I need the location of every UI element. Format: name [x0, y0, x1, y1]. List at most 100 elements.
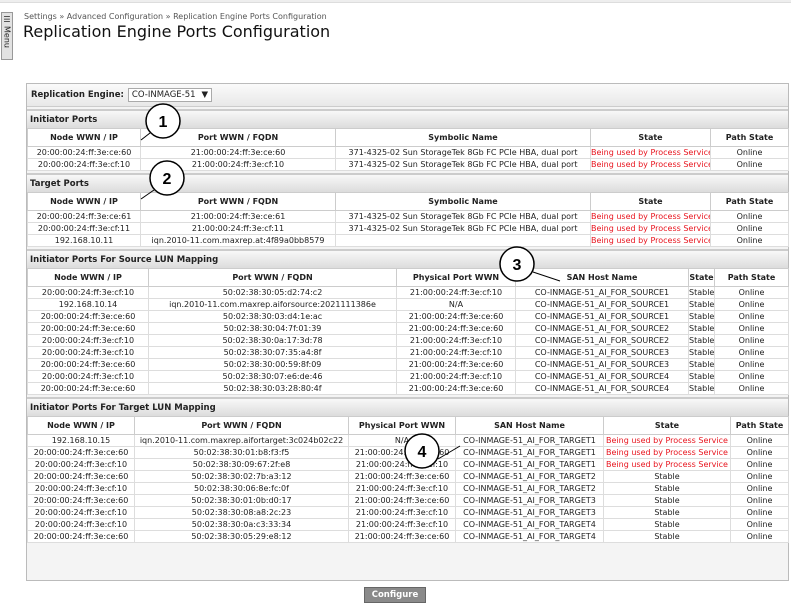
- column-header[interactable]: Path State: [730, 416, 789, 435]
- ports-table: Node WWN / IP Port WWN / FQDN Symbolic Nam…: [27, 192, 789, 247]
- table-cell: 20:00:00:24:ff:3e:ce:60: [27, 382, 149, 395]
- engine-row: Replication Engine: CO-INMAGE-51 ▼: [27, 84, 788, 107]
- table-row: 20:00:00:24:ff:3e:ce:61 21:00:00:24:ff:3e…: [27, 210, 789, 223]
- column-header[interactable]: Port WWN / FQDN: [140, 192, 336, 211]
- table-cell: 21:00:00:24:ff:3e:cf:10: [396, 370, 516, 383]
- column-header[interactable]: Path State: [710, 128, 789, 147]
- column-header[interactable]: Node WWN / IP: [27, 268, 149, 287]
- table-row: 20:00:00:24:ff:3e:cf:11 21:00:00:24:ff:3e…: [27, 222, 789, 235]
- column-header[interactable]: Path State: [710, 192, 789, 211]
- table-cell: 21:00:00:24:ff:3e:cf:10: [396, 334, 516, 347]
- table-cell: 20:00:00:24:ff:3e:cf:10: [27, 506, 135, 519]
- table-cell: 50:02:38:30:03:28:80:4f: [148, 382, 397, 395]
- table-cell: Online: [710, 234, 789, 247]
- table-cell: Stable: [603, 506, 731, 519]
- column-header[interactable]: SAN Host Name: [515, 268, 689, 287]
- table-row: 20:00:00:24:ff:3e:ce:60 50:02:38:30:02:7b…: [27, 470, 789, 483]
- table-cell: Online: [730, 458, 789, 471]
- table-row: 20:00:00:24:ff:3e:ce:60 21:00:00:24:ff:3e…: [27, 146, 789, 159]
- table-cell: Online: [730, 494, 789, 507]
- table-cell: 20:00:00:24:ff:3e:cf:10: [27, 286, 149, 299]
- table-row: 20:00:00:24:ff:3e:cf:10 21:00:00:24:ff:3e…: [27, 158, 789, 171]
- column-header[interactable]: SAN Host Name: [455, 416, 604, 435]
- engine-value: CO-INMAGE-51: [131, 90, 196, 100]
- table-cell: N/A: [396, 298, 516, 311]
- table-cell: 50:02:38:30:05:29:e8:12: [134, 530, 349, 543]
- column-header[interactable]: Symbolic Name: [335, 128, 591, 147]
- table-cell: 20:00:00:24:ff:3e:cf:10: [27, 158, 141, 171]
- table-cell: Online: [730, 506, 789, 519]
- section-title: Initiator Ports For Source LUN Mapping: [27, 249, 788, 268]
- engine-label: Replication Engine:: [31, 90, 124, 100]
- table-row: 20:00:00:24:ff:3e:ce:60 50:02:38:30:04:7f…: [27, 322, 789, 335]
- table-cell: CO-INMAGE-51_AI_FOR_TARGET1: [455, 434, 604, 447]
- table-cell: 50:02:38:30:09:67:2f:e8: [134, 458, 349, 471]
- table-cell: 50:02:38:30:07:e6:de:46: [148, 370, 397, 383]
- table-cell: 21:00:00:24:ff:3e:cf:10: [396, 346, 516, 359]
- column-header[interactable]: Port WWN / FQDN: [134, 416, 349, 435]
- table-cell: Stable: [688, 358, 715, 371]
- table-row: 20:00:00:24:ff:3e:cf:10 50:02:38:30:09:67…: [27, 458, 789, 471]
- column-header[interactable]: Path State: [714, 268, 789, 287]
- table-cell: [335, 234, 591, 247]
- menu-toggle[interactable]: ☰ Menu: [1, 12, 13, 60]
- table-cell: 20:00:00:24:ff:3e:ce:60: [27, 470, 135, 483]
- column-header[interactable]: State: [590, 128, 711, 147]
- table-cell: Online: [730, 530, 789, 543]
- table-row: 20:00:00:24:ff:3e:cf:10 50:02:38:30:0a:c3…: [27, 518, 789, 531]
- table-cell: 50:02:38:30:05:d2:74:c2: [148, 286, 397, 299]
- table-cell: Stable: [688, 298, 715, 311]
- table-cell: CO-INMAGE-51_AI_FOR_SOURCE4: [515, 382, 689, 395]
- ports-table: Node WWN / IP Port WWN / FQDN Symbolic Nam…: [27, 128, 789, 171]
- table-cell: 20:00:00:24:ff:3e:ce:60: [27, 310, 149, 323]
- table-row: 192.168.10.14 iqn.2010-11.com.maxrep.aifo…: [27, 298, 789, 311]
- table-cell: 20:00:00:24:ff:3e:ce:60: [27, 530, 135, 543]
- table-cell: Being used by Process Service: [590, 210, 711, 223]
- table-row: 20:00:00:24:ff:3e:ce:60 50:02:38:30:00:59…: [27, 358, 789, 371]
- table-cell: Online: [710, 210, 789, 223]
- table-cell: 20:00:00:24:ff:3e:ce:60: [27, 322, 149, 335]
- table-row: 20:00:00:24:ff:3e:ce:60 50:02:38:30:05:29…: [27, 530, 789, 543]
- column-header[interactable]: Physical Port WWN: [348, 416, 456, 435]
- table-cell: 371-4325-02 Sun StorageTek 8Gb FC PCIe H…: [335, 222, 591, 235]
- table-row: 192.168.10.15 iqn.2010-11.com.maxrep.aifo…: [27, 434, 789, 447]
- table-cell: 20:00:00:24:ff:3e:cf:10: [27, 482, 135, 495]
- table-cell: Stable: [688, 370, 715, 383]
- table-cell: 50:02:38:30:07:35:a4:8f: [148, 346, 397, 359]
- table-cell: 20:00:00:24:ff:3e:ce:60: [27, 358, 149, 371]
- column-header[interactable]: State: [603, 416, 731, 435]
- table-cell: 50:02:38:30:06:8e:fc:0f: [134, 482, 349, 495]
- table-cell: CO-INMAGE-51_AI_FOR_TARGET2: [455, 482, 604, 495]
- column-header[interactable]: Physical Port WWN: [396, 268, 516, 287]
- column-header[interactable]: Node WWN / IP: [27, 128, 141, 147]
- table-cell: CO-INMAGE-51_AI_FOR_TARGET3: [455, 506, 604, 519]
- column-header[interactable]: Port WWN / FQDN: [148, 268, 397, 287]
- column-header[interactable]: State: [590, 192, 711, 211]
- column-header[interactable]: Node WWN / IP: [27, 416, 135, 435]
- column-header[interactable]: State: [688, 268, 715, 287]
- table-cell: Online: [710, 158, 789, 171]
- column-header[interactable]: Node WWN / IP: [27, 192, 141, 211]
- configure-button[interactable]: Configure: [364, 587, 426, 603]
- list-icon: ☰: [2, 15, 12, 24]
- table-row: 20:00:00:24:ff:3e:cf:10 50:02:38:30:07:e6…: [27, 370, 789, 383]
- table-cell: CO-INMAGE-51_AI_FOR_TARGET3: [455, 494, 604, 507]
- table-cell: Stable: [688, 334, 715, 347]
- table-cell: 50:02:38:30:0a:c3:33:34: [134, 518, 349, 531]
- top-bar: [0, 0, 791, 3]
- table-cell: Online: [730, 470, 789, 483]
- table-cell: Stable: [688, 382, 715, 395]
- table-cell: CO-INMAGE-51_AI_FOR_SOURCE3: [515, 358, 689, 371]
- table-cell: Online: [730, 434, 789, 447]
- table-cell: Online: [714, 358, 789, 371]
- table-row: 20:00:00:24:ff:3e:ce:60 50:02:38:30:01:b8…: [27, 446, 789, 459]
- column-header[interactable]: Symbolic Name: [335, 192, 591, 211]
- section-title: Initiator Ports For Target LUN Mapping: [27, 397, 788, 416]
- table-cell: CO-INMAGE-51_AI_FOR_SOURCE4: [515, 370, 689, 383]
- table-cell: Stable: [688, 322, 715, 335]
- engine-select[interactable]: CO-INMAGE-51 ▼: [127, 88, 213, 102]
- table-cell: iqn.2010-11.com.maxrep.aifortarget:3c024…: [134, 434, 349, 447]
- column-header[interactable]: Port WWN / FQDN: [140, 128, 336, 147]
- table-cell: CO-INMAGE-51_AI_FOR_TARGET2: [455, 470, 604, 483]
- table-cell: 21:00:00:24:ff:3e:ce:60: [348, 494, 456, 507]
